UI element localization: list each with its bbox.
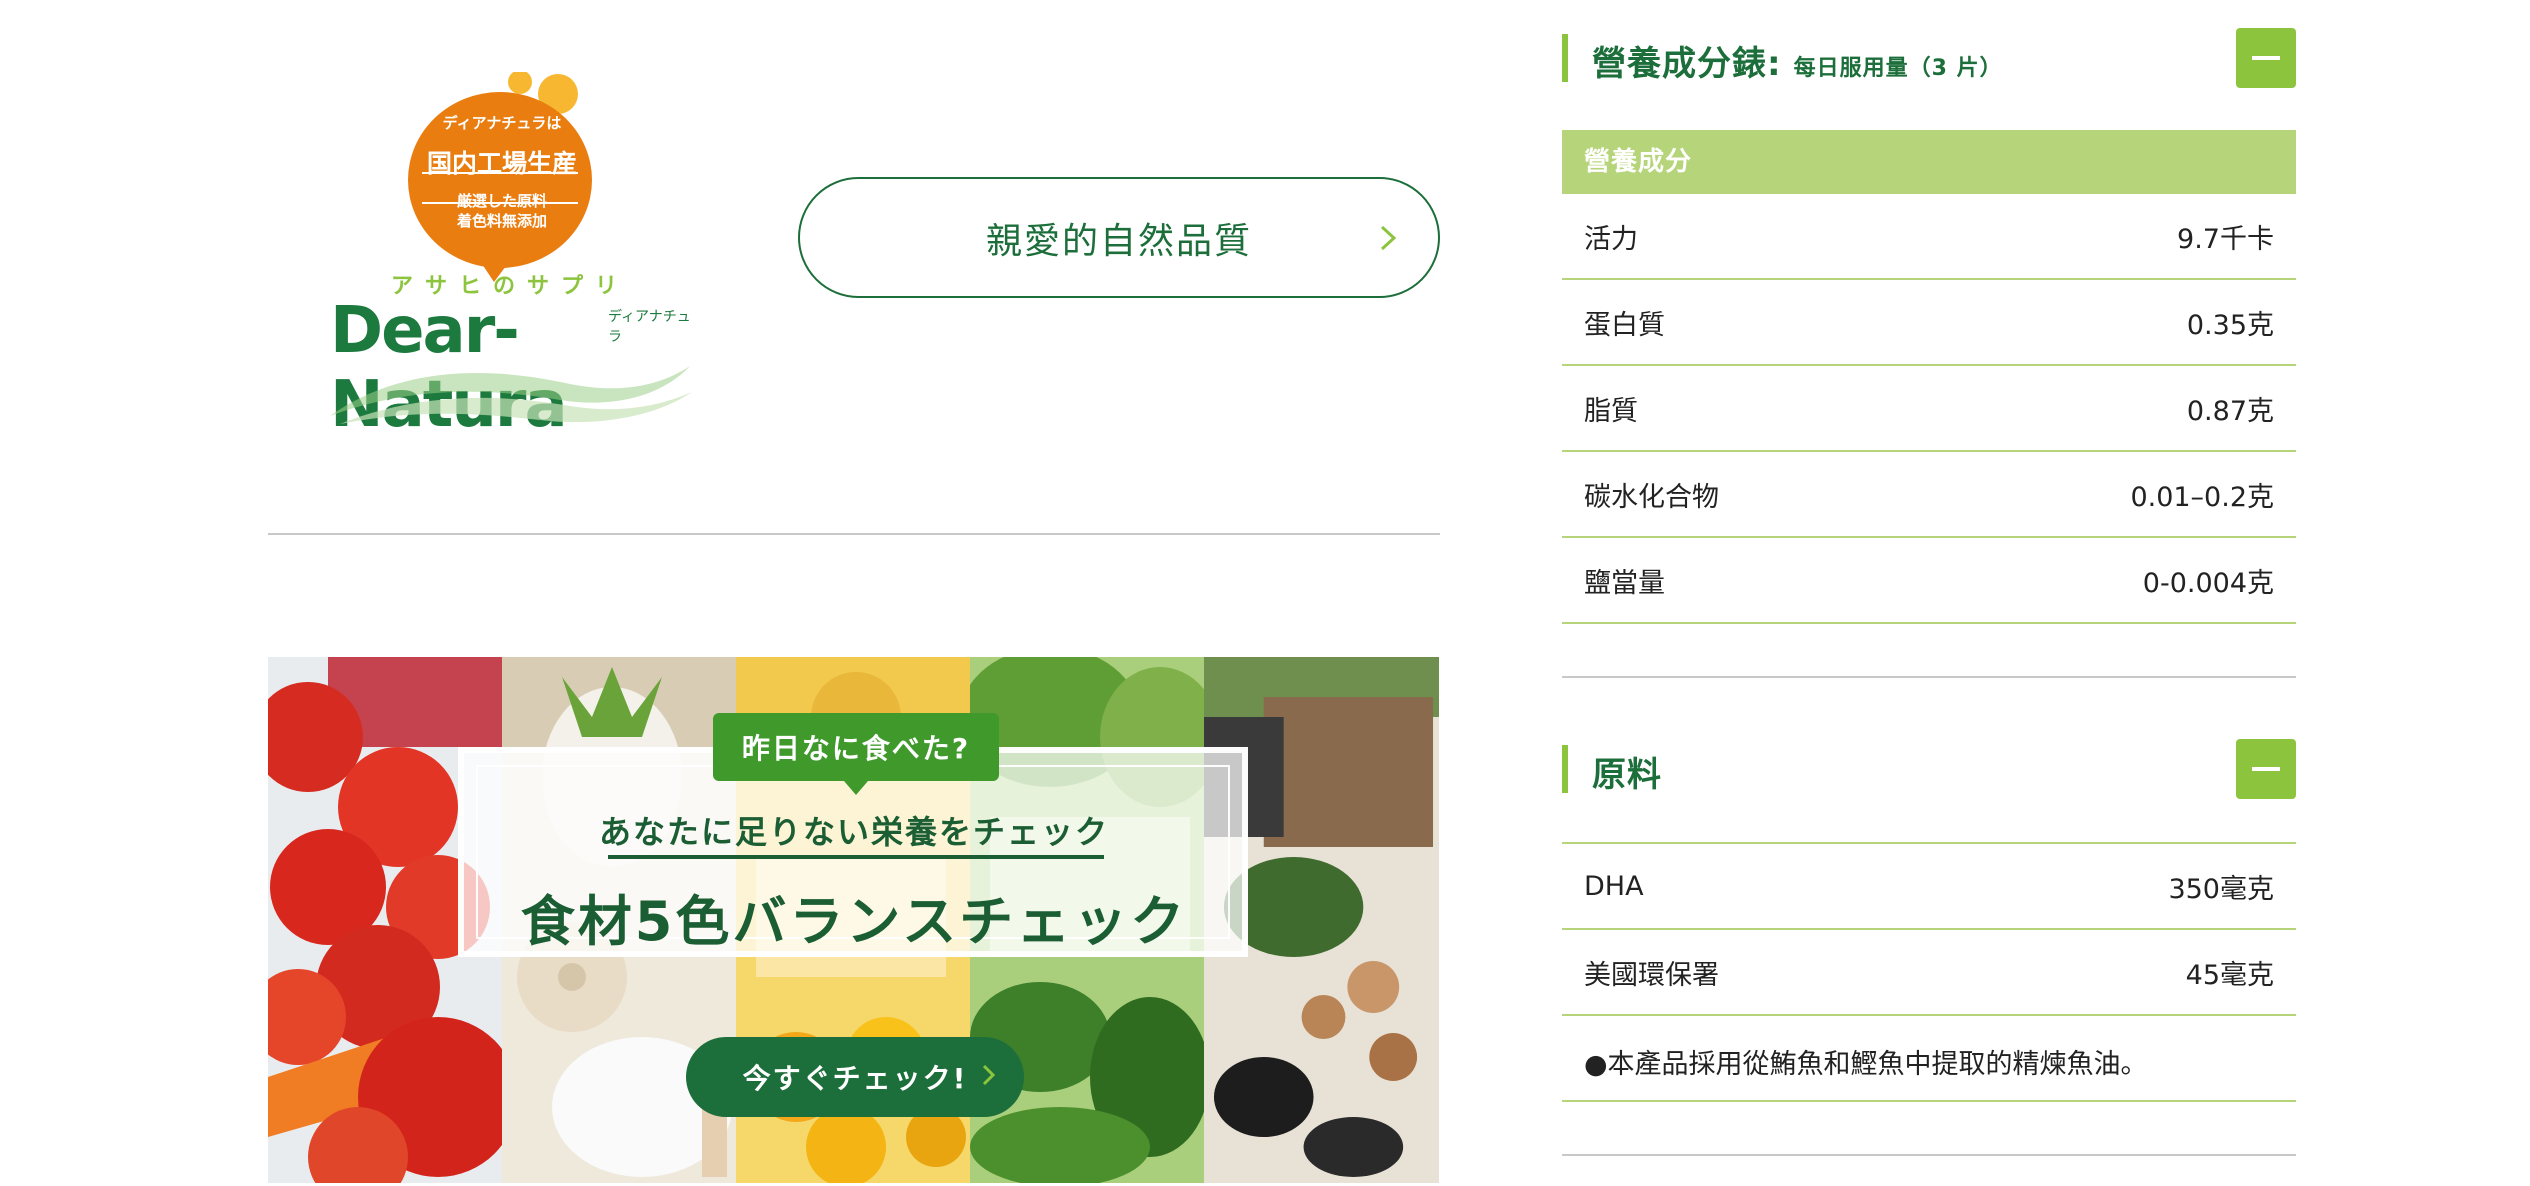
natural-quality-button[interactable]: 親愛的自然品質	[798, 177, 1440, 298]
banner-tag: 昨日なに食べた?	[713, 713, 999, 795]
table-row: 脂質 0.87克	[1562, 366, 2296, 452]
table-row: DHA 350毫克	[1562, 844, 2296, 930]
row-value: 350毫克	[2168, 873, 2274, 905]
section-accent-bar	[1562, 745, 1568, 793]
logo-wave-icon	[330, 366, 692, 424]
check-now-label: 今すぐチェック!	[742, 1062, 968, 1095]
logo-bubble-line4: 着色料無添加	[456, 212, 547, 230]
table-row: 鹽當量 0-0.004克	[1562, 538, 2296, 624]
section-divider	[1562, 1154, 2296, 1156]
chevron-right-icon	[982, 1064, 996, 1086]
ingredients-section-header: 原料	[1562, 739, 2296, 799]
dear-natura-logo: ディアナチュラは 国内工場生産 厳選した原料 着色料無添加 アサヒのサプリ De…	[320, 56, 700, 442]
row-label: DHA	[1584, 870, 1644, 902]
nutrition-collapse-button[interactable]	[2236, 28, 2296, 88]
nutrition-title-text: 營養成分錶:	[1592, 44, 1782, 84]
row-label: 鹽當量	[1584, 567, 1665, 599]
row-label: 美國環保署	[1584, 959, 1719, 991]
ingredients-title: 原料	[1592, 755, 1662, 795]
table-bottom-border	[1562, 1100, 2296, 1102]
food-balance-check-banner[interactable]: 昨日なに食べた? あなたに足りない栄養をチェック 食材5色バランスチェック 今す…	[268, 657, 1440, 1183]
row-label: 蛋白質	[1584, 309, 1665, 341]
row-value: 9.7千卡	[2177, 223, 2274, 255]
banner-title: 食材5色バランスチェック	[520, 890, 1188, 953]
section-accent-bar	[1562, 34, 1568, 82]
section-divider	[268, 533, 1440, 535]
table-row: 蛋白質 0.35克	[1562, 280, 2296, 366]
logo-bubble-line2: 国内工場生産	[426, 149, 577, 178]
row-label: 活力	[1584, 223, 1638, 255]
logo-bubble-line3: 厳選した原料	[456, 192, 547, 210]
table-row: 碳水化合物 0.01–0.2克	[1562, 452, 2296, 538]
natural-quality-label: 親愛的自然品質	[985, 220, 1252, 262]
row-label: 碳水化合物	[1584, 481, 1719, 513]
ingredients-collapse-button[interactable]	[2236, 739, 2296, 799]
table-row: 活力 9.7千卡	[1562, 194, 2296, 280]
banner-subtitle-underline	[608, 855, 1104, 859]
chevron-right-icon	[1380, 225, 1397, 251]
row-value: 0.01–0.2克	[2130, 481, 2274, 513]
banner-subtitle: あなたに足りない栄養をチェック	[598, 813, 1109, 851]
row-value: 0-0.004克	[2142, 567, 2274, 599]
check-now-button[interactable]: 今すぐチェック!	[686, 1037, 1024, 1117]
section-divider	[1562, 676, 2296, 678]
nutrition-table-header: 營養成分	[1562, 130, 2296, 194]
logo-name-ruby: ディアナチュラ	[608, 309, 691, 345]
logo-bubble-line1: ディアナチュラは	[442, 114, 562, 132]
row-label: 脂質	[1584, 395, 1638, 427]
nutrition-title: 營養成分錶: 每日服用量（3 片）	[1592, 36, 2003, 85]
nutrition-serving-note: 每日服用量（3 片）	[1793, 56, 2003, 81]
table-row: 美國環保署 45毫克	[1562, 930, 2296, 1016]
nutrition-section-header: 營養成分錶: 每日服用量（3 片）	[1562, 28, 2296, 88]
row-value: 0.87克	[2186, 395, 2274, 427]
row-value: 45毫克	[2185, 959, 2274, 991]
row-value: 0.35克	[2186, 309, 2274, 341]
ingredients-note: ●本產品採用從鮪魚和鰹魚中提取的精煉魚油。	[1584, 1049, 2148, 1080]
